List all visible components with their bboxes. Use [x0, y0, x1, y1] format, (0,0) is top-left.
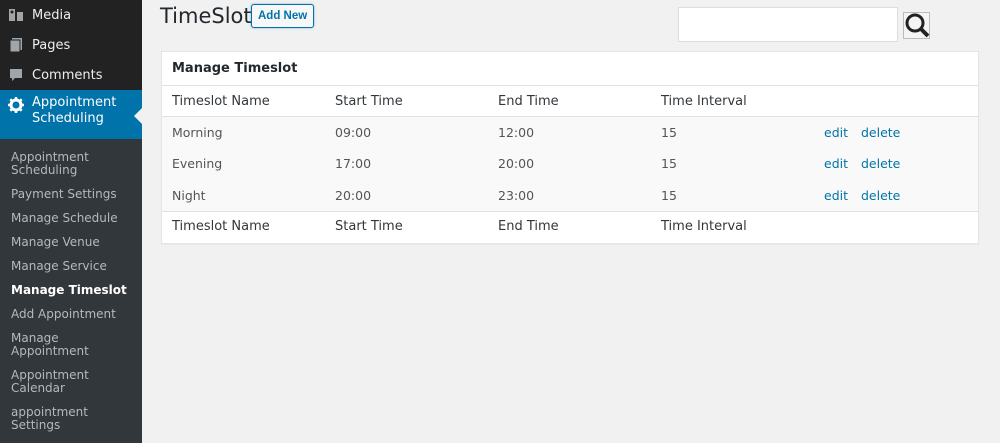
- page-title: TimeSlot: [160, 4, 252, 28]
- submenu-item[interactable]: Appointment Scheduling: [0, 146, 142, 183]
- sidebar-item-label: Pages: [32, 37, 71, 53]
- column-footer: Timeslot Name: [172, 219, 270, 235]
- submenu-item[interactable]: Manage Schedule: [0, 207, 142, 231]
- admin-sidebar: Media Pages Comments Appointment Schedul…: [0, 0, 142, 443]
- submenu-item[interactable]: Manage Service: [0, 255, 142, 279]
- submenu-item[interactable]: Appointment Calendar: [0, 364, 142, 401]
- submenu-item[interactable]: appointment Settings: [0, 401, 142, 438]
- gear-icon: [8, 97, 24, 113]
- submenu: Appointment Scheduling Payment Settings Ma…: [0, 139, 142, 443]
- sidebar-item-pages[interactable]: Pages: [0, 30, 142, 60]
- table-row: Morning 09:00 12:00 15 edit delete: [162, 117, 978, 149]
- end-time: 12:00: [498, 125, 535, 141]
- timeslot-panel: Manage Timeslot Timeslot Name Start Time…: [161, 51, 979, 244]
- table-body: Morning 09:00 12:00 15 edit delete Eveni…: [162, 117, 978, 211]
- timeslot-name: Morning: [172, 125, 223, 141]
- edit-link[interactable]: edit: [824, 188, 848, 203]
- submenu-item[interactable]: Add Appointment: [0, 303, 142, 327]
- edit-link[interactable]: edit: [824, 125, 848, 140]
- column-header: Start Time: [335, 93, 403, 109]
- submenu-item[interactable]: Payment Settings: [0, 183, 142, 207]
- start-time: 17:00: [335, 156, 372, 172]
- end-time: 23:00: [498, 187, 535, 203]
- table-row: Night 20:00 23:00 15 edit delete: [162, 179, 978, 211]
- search-input[interactable]: [678, 7, 898, 42]
- sidebar-item-label: Media: [32, 7, 72, 23]
- timeslot-name: Night: [172, 187, 206, 203]
- delete-link[interactable]: delete: [861, 156, 900, 171]
- delete-link[interactable]: delete: [861, 188, 900, 203]
- start-time: 09:00: [335, 125, 372, 141]
- sidebar-item-media[interactable]: Media: [0, 0, 142, 30]
- column-footer: Time Interval: [661, 219, 747, 235]
- pages-icon: [8, 37, 24, 53]
- time-interval: 15: [661, 187, 677, 203]
- sidebar-item-label: Appointment Scheduling: [32, 95, 117, 126]
- sidebar-item-appointment-scheduling[interactable]: Appointment Scheduling: [0, 90, 142, 139]
- timeslot-name: Evening: [172, 156, 223, 172]
- submenu-item[interactable]: Manage Venue: [0, 231, 142, 255]
- search-button[interactable]: [903, 12, 931, 39]
- column-header: Time Interval: [661, 93, 747, 109]
- table-header: Timeslot Name Start Time End Time Time I…: [162, 86, 978, 117]
- media-icon: [8, 7, 24, 23]
- end-time: 20:00: [498, 156, 535, 172]
- table-footer: Timeslot Name Start Time End Time Time I…: [162, 210, 978, 242]
- start-time: 20:00: [335, 187, 372, 203]
- sidebar-item-comments[interactable]: Comments: [0, 60, 142, 90]
- time-interval: 15: [661, 156, 677, 172]
- time-interval: 15: [661, 125, 677, 141]
- table-row: Evening 17:00 20:00 15 edit delete: [162, 148, 978, 180]
- column-header: Timeslot Name: [172, 93, 270, 109]
- delete-link[interactable]: delete: [861, 125, 900, 140]
- submenu-item[interactable]: FrontEnd CSS Fix: [0, 438, 142, 443]
- comments-icon: [8, 67, 24, 83]
- submenu-item[interactable]: Manage Appointment: [0, 327, 142, 364]
- add-new-button[interactable]: Add New: [251, 4, 315, 28]
- main-content: TimeSlot Add New Manage Timeslot Timeslo…: [142, 0, 1000, 443]
- column-footer: End Time: [498, 219, 559, 235]
- edit-link[interactable]: edit: [824, 156, 848, 171]
- sidebar-item-label: Comments: [32, 67, 103, 83]
- search-icon: [903, 12, 931, 43]
- submenu-item[interactable]: Manage Timeslot: [0, 279, 142, 303]
- column-footer: Start Time: [335, 219, 403, 235]
- column-header: End Time: [498, 93, 559, 109]
- panel-title: Manage Timeslot: [162, 52, 978, 86]
